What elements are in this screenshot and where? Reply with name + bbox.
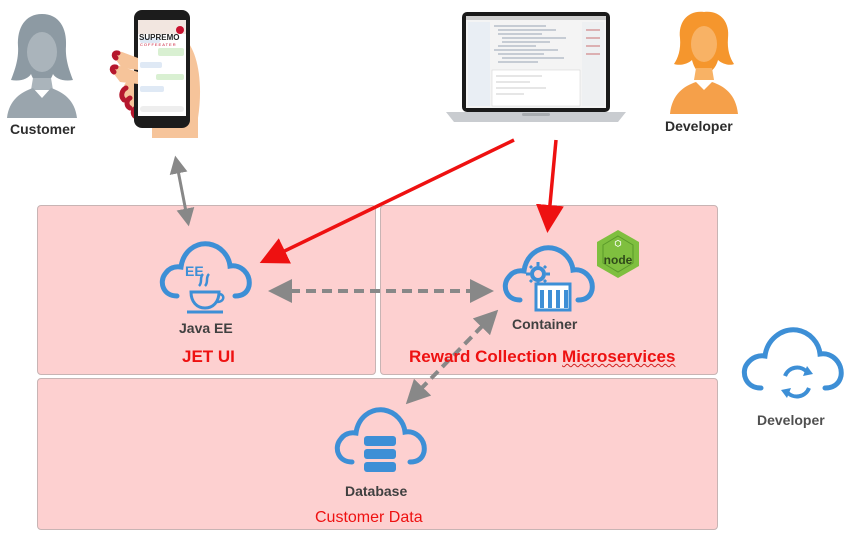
java-ee-cloud-icon: EE [155,230,255,314]
customer-data-label: Customer Data [315,509,423,526]
microservices-text: Microservices [562,347,676,366]
jet-ui-label: JET UI [182,347,235,366]
reward-collection-label: Reward Collection Microservices [409,347,675,367]
database-label: Database [345,483,408,499]
laptop-to-javaee-arrow [259,138,515,264]
nodejs-logo-icon: ⬡ node [593,228,643,278]
database-cloud-icon [330,398,430,480]
reward-collection-text: Reward Collection [409,347,563,366]
devops-cloud-icon [737,318,849,406]
container-label: Container [512,316,578,332]
laptop-to-container-arrow [536,139,564,233]
phone-to-javaee-arrow [169,155,195,227]
container-cloud-icon [498,236,598,312]
devops-developer-label: Developer [757,412,825,428]
svg-text:node: node [604,253,633,267]
svg-text:⬡: ⬡ [615,239,622,248]
java-ee-label: Java EE [179,320,233,336]
